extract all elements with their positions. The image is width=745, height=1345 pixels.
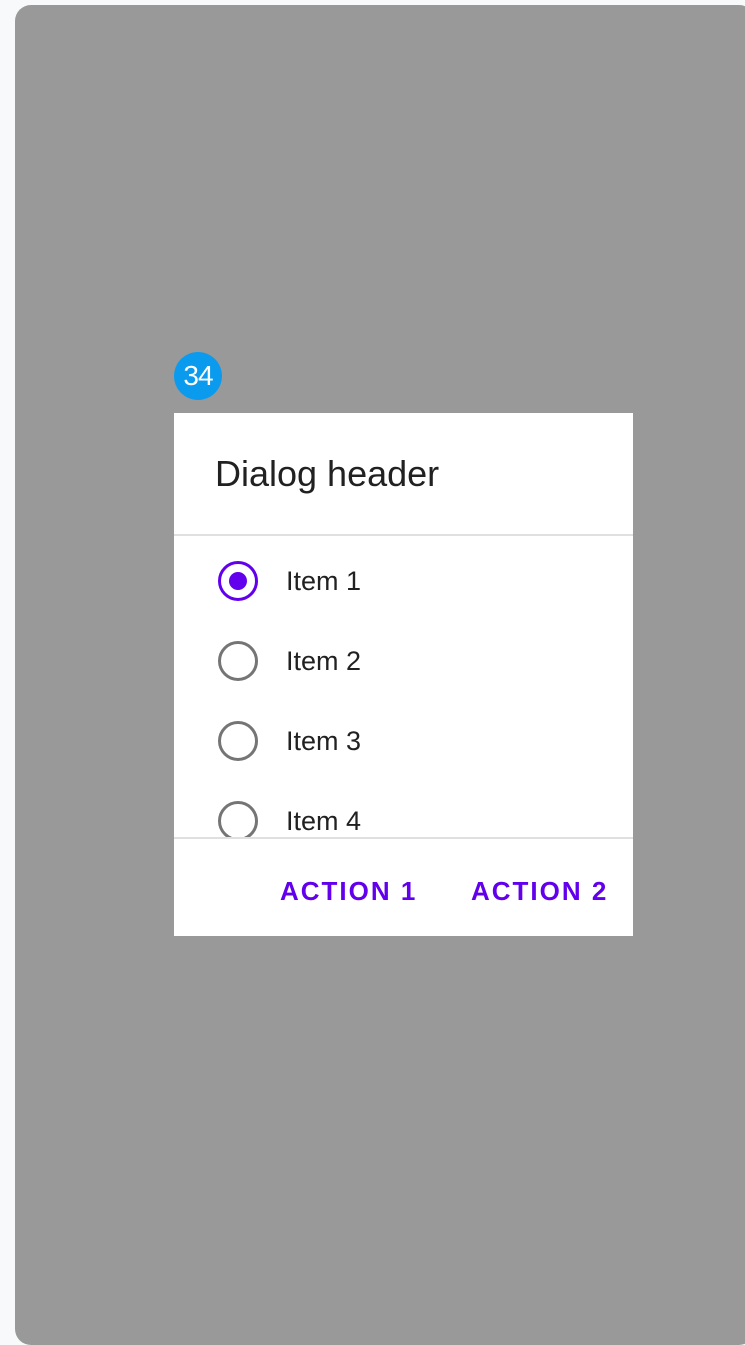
radio-dot bbox=[229, 572, 247, 590]
dialog-option-list[interactable]: Item 1 Item 2 Item 3 Item 4 bbox=[174, 538, 633, 837]
page-background: 34 Dialog header Item 1 Item 2 Item 3 It… bbox=[0, 0, 745, 1345]
radio-button[interactable] bbox=[218, 721, 258, 761]
dialog-header: Dialog header bbox=[174, 413, 633, 536]
option-item-2[interactable]: Item 2 bbox=[174, 626, 633, 706]
option-label: Item 4 bbox=[286, 806, 362, 836]
action-2-button[interactable]: ACTION 2 bbox=[471, 875, 608, 907]
option-label: Item 3 bbox=[286, 726, 362, 756]
scrim-overlay[interactable]: 34 Dialog header Item 1 Item 2 Item 3 It… bbox=[15, 5, 745, 1345]
dialog-footer: ACTION 1 ACTION 2 bbox=[174, 837, 633, 936]
option-item-1[interactable]: Item 1 bbox=[174, 546, 633, 626]
radio-button[interactable] bbox=[218, 641, 258, 681]
option-label: Item 1 bbox=[286, 566, 362, 596]
radio-button-selected[interactable] bbox=[218, 561, 258, 601]
option-label: Item 2 bbox=[286, 646, 362, 676]
option-item-4[interactable]: Item 4 bbox=[174, 786, 633, 837]
option-item-3[interactable]: Item 3 bbox=[174, 706, 633, 786]
annotation-badge: 34 bbox=[174, 352, 222, 400]
action-1-button[interactable]: ACTION 1 bbox=[280, 875, 417, 907]
dialog: Dialog header Item 1 Item 2 Item 3 Item … bbox=[174, 413, 633, 936]
dialog-title: Dialog header bbox=[215, 453, 440, 494]
radio-button[interactable] bbox=[218, 801, 258, 837]
